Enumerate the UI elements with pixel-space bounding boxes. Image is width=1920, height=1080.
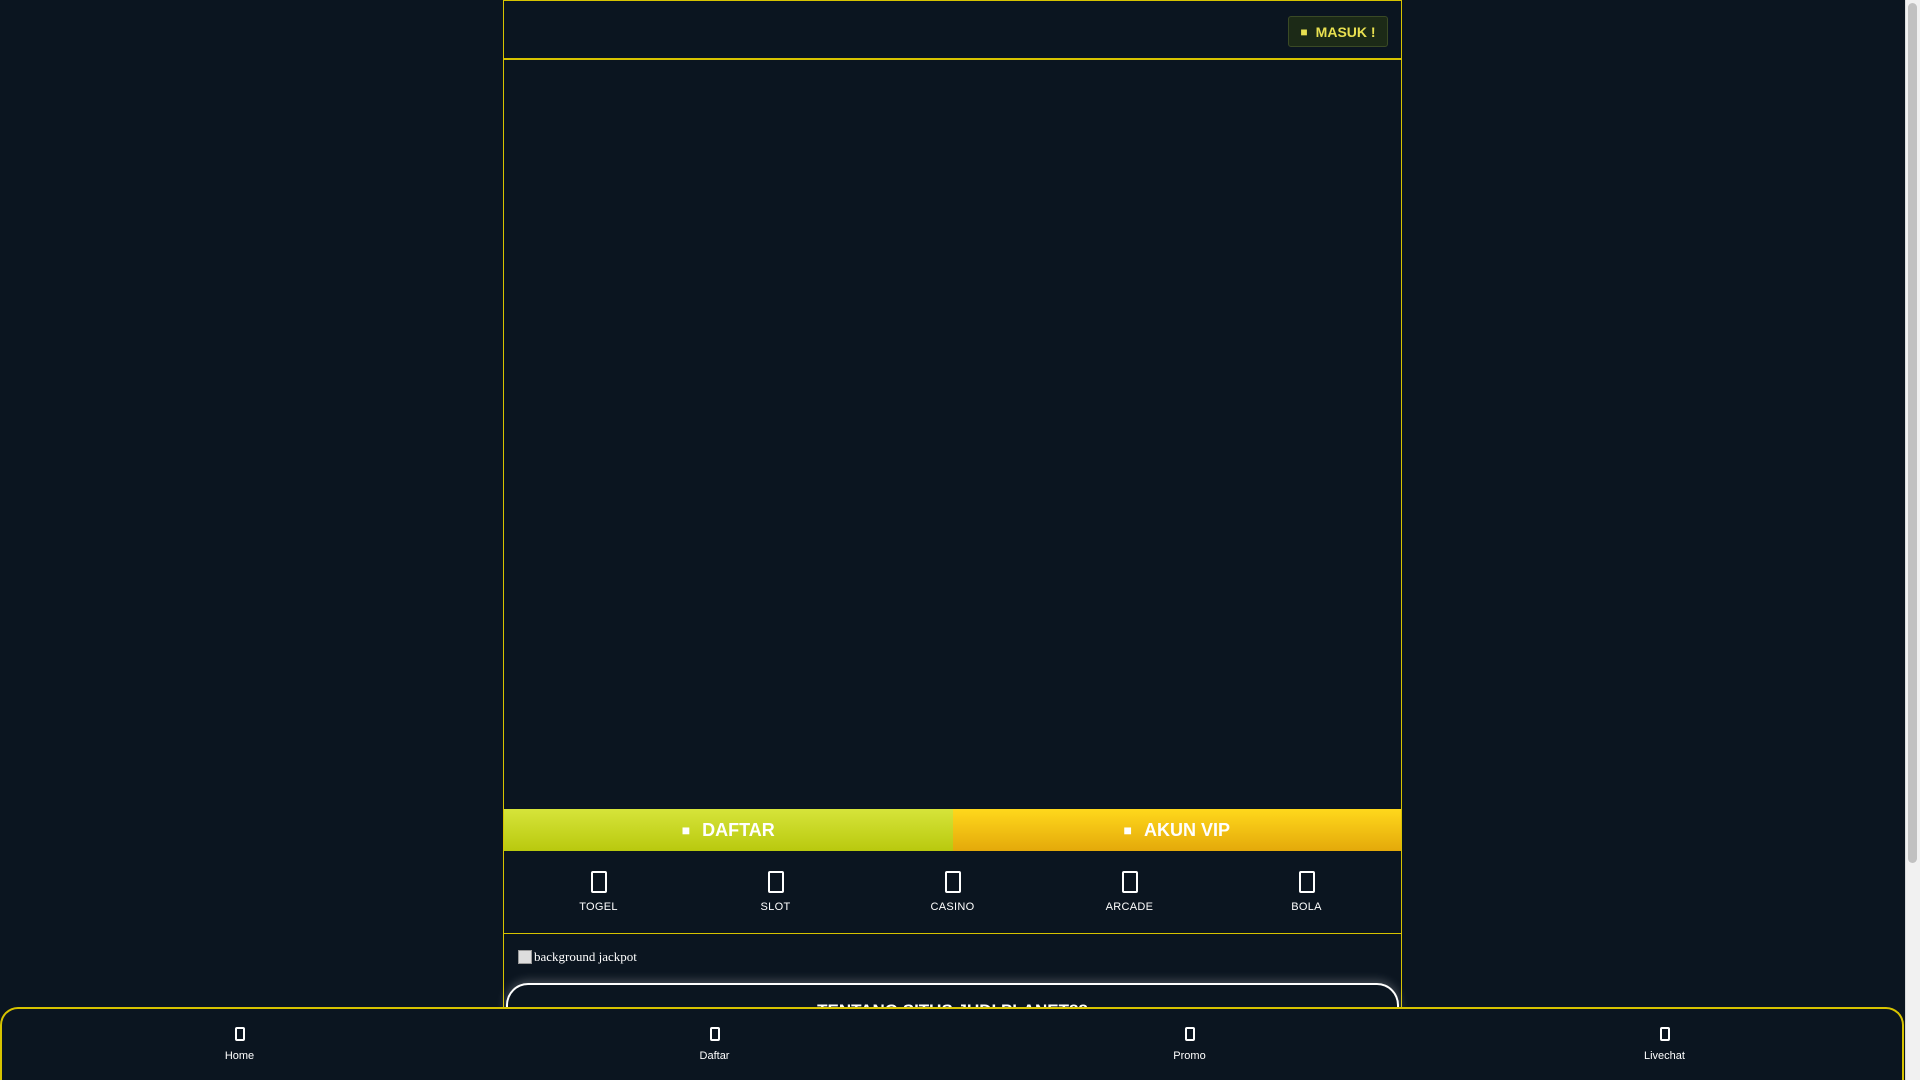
category-label: SLOT <box>760 901 791 913</box>
register-icon <box>709 1027 720 1041</box>
daftar-button[interactable]: ■ DAFTAR <box>504 809 953 851</box>
slot-icon <box>767 871 784 893</box>
login-label: MASUK ! <box>1315 23 1376 40</box>
nav-label: Livechat <box>1644 1050 1685 1062</box>
category-slot[interactable]: SLOT <box>706 871 846 913</box>
header: ■ MASUK ! <box>504 0 1401 60</box>
jackpot-image: background jackpot <box>518 949 637 965</box>
category-label: BOLA <box>1291 901 1322 913</box>
bottom-nav: Home Daftar Promo Livechat <box>0 1007 1904 1080</box>
login-icon: ■ <box>1300 24 1308 39</box>
nav-label: Promo <box>1173 1050 1206 1062</box>
category-label: ARCADE <box>1105 901 1154 913</box>
nav-label: Daftar <box>699 1050 730 1062</box>
daftar-label: DAFTAR <box>702 819 775 840</box>
gift-icon <box>1184 1027 1195 1041</box>
nav-label: Home <box>224 1050 255 1062</box>
vip-icon: ■ <box>1123 822 1132 838</box>
category-togel[interactable]: TOGEL <box>529 871 669 913</box>
jackpot-alt-text: background jackpot <box>534 949 637 964</box>
game-categories: TOGEL SLOT CASINO ARCADE BOLA <box>504 851 1401 934</box>
soccer-icon <box>1298 871 1315 893</box>
casino-icon <box>944 871 961 893</box>
scrollbar-thumb[interactable] <box>1908 3 1917 863</box>
home-icon <box>234 1027 245 1041</box>
vip-label: AKUN VIP <box>1143 819 1230 840</box>
hero-banner[interactable] <box>504 60 1401 809</box>
lottery-icon <box>590 871 607 893</box>
cta-row: ■ DAFTAR ■ AKUN VIP <box>504 809 1401 851</box>
nav-promo[interactable]: Promo <box>1090 1027 1290 1062</box>
main-container: ■ MASUK ! ■ DAFTAR ■ AKUN VIP TOGEL SLOT… <box>503 0 1402 1080</box>
page-scrollbar[interactable] <box>1905 0 1920 1080</box>
broken-image-icon <box>518 950 532 964</box>
nav-livechat[interactable]: Livechat <box>1565 1027 1765 1062</box>
vip-button[interactable]: ■ AKUN VIP <box>952 809 1401 851</box>
category-label: CASINO <box>930 901 975 913</box>
category-bola[interactable]: BOLA <box>1237 871 1377 913</box>
category-label: TOGEL <box>579 901 618 913</box>
nav-home[interactable]: Home <box>140 1027 340 1062</box>
register-icon: ■ <box>681 822 691 838</box>
arcade-icon <box>1121 871 1138 893</box>
nav-daftar[interactable]: Daftar <box>615 1027 815 1062</box>
category-arcade[interactable]: ARCADE <box>1060 871 1200 913</box>
chat-icon <box>1659 1027 1670 1041</box>
category-casino[interactable]: CASINO <box>883 871 1023 913</box>
login-button[interactable]: ■ MASUK ! <box>1288 16 1388 47</box>
